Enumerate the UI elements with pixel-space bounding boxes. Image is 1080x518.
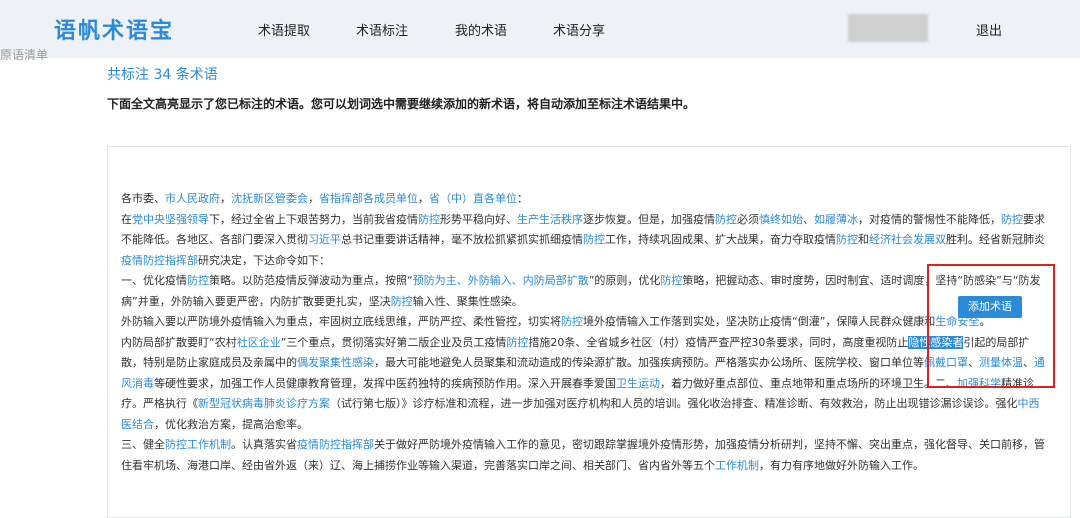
annotated-term[interactable]: 防控 xyxy=(391,295,413,308)
document-text[interactable]: 各市委、市人民政府，沈抚新区管委会，省指挥部各成员单位，省（中）直各单位： 在党中… xyxy=(121,189,1047,476)
text-segment: 外防输入要以严防境外疫情输入为重点，牢固树立底线思维，严防严控、柔性管控，切实将 xyxy=(121,315,561,328)
text-segment: 内防局部扩散要盯“农村 xyxy=(121,335,237,349)
text-segment: 逐步恢复。但是，加强疫情 xyxy=(583,212,715,226)
annotated-term[interactable]: 防控 xyxy=(1001,213,1023,226)
annotated-term[interactable]: 防控 xyxy=(836,233,858,246)
annotated-term[interactable]: 生产生活秩序 xyxy=(517,213,583,226)
annotated-term[interactable]: 佩戴口罩 xyxy=(924,356,968,369)
sidebar-fragment[interactable]: 原语清单 xyxy=(0,46,72,60)
text-segment: 。认真落实省 xyxy=(231,438,297,451)
annotated-term[interactable]: 防控 xyxy=(715,213,737,226)
nav-term-share[interactable]: 术语分享 xyxy=(553,20,605,39)
annotated-term[interactable]: 防控工作机制 xyxy=(165,438,231,451)
annotated-term[interactable]: 新型冠状病毒肺炎诊疗方案 xyxy=(198,397,330,410)
document-paragraph: 外防输入要以严防境外疫情输入为重点，牢固树立底线思维，严防严控、柔性管控，切实将… xyxy=(121,312,1047,333)
text-segment: 、 xyxy=(803,212,814,226)
document-paragraph: 三、健全防控工作机制。认真落实省疫情防控指挥部关于做好严防境外疫情输入工作的意见… xyxy=(121,435,1047,476)
document-paragraph: 在党中央坚强领导下，经过全省上下艰苦努力，当前我省疫情防控形势平稳向好、生产生活… xyxy=(121,210,1047,272)
text-segment: 胜利。经省新冠肺炎 xyxy=(946,233,1045,246)
text-segment: 在 xyxy=(121,212,132,226)
annotated-term[interactable]: 防控 xyxy=(506,336,528,349)
text-segment: ，最大可能地避免人员聚集和流动造成的传染源扩散。加强疾病预防。严格落实办公场所、… xyxy=(374,356,924,369)
annotated-term[interactable]: 习近平 xyxy=(308,233,341,246)
annotated-term[interactable]: 防控 xyxy=(583,233,605,246)
text-segment: 、 xyxy=(968,356,979,369)
add-term-button[interactable]: 添加术语 xyxy=(958,296,1022,318)
text-segment: ， xyxy=(308,192,319,205)
text-segment: 境外疫情输入工作落到实处，坚决防止疫情“倒灌”，保障人民群众健康和 xyxy=(583,315,936,328)
text-segment: 各市委、 xyxy=(121,192,165,205)
annotation-count: 共标注 34 条术语 xyxy=(107,67,218,83)
annotated-term[interactable]: 疫情防控指挥部 xyxy=(121,254,198,267)
annotated-term[interactable]: 预防为主、外防输入、内防局部扩散 xyxy=(413,274,589,287)
text-segment: ”三个重点，贯彻落实好第二版企业及员工疫情 xyxy=(280,335,507,349)
nav-my-terms[interactable]: 我的术语 xyxy=(455,20,507,39)
annotated-term[interactable]: 慎终如始 xyxy=(759,213,803,226)
nav-term-extraction[interactable]: 术语提取 xyxy=(258,20,310,39)
text-segment: ”的原则，优化 xyxy=(588,274,661,287)
text-segment: 形势平稳向好、 xyxy=(440,212,517,226)
text-segment: 下，经过全省上下艰苦努力，当前我省疫情 xyxy=(209,212,418,226)
instruction-text: 下面全文高亮显示了您已标注的术语。您可以划词选中需要继续添加的新术语，将自动添加… xyxy=(107,97,696,111)
annotated-term[interactable]: 社区企业 xyxy=(237,336,281,349)
text-segment: ，对疫情的警惕性不能降低， xyxy=(858,212,1001,226)
annotated-term[interactable]: 加强科学 xyxy=(957,377,1001,390)
text-segment: 研究决定，下达命令如下： xyxy=(198,253,330,267)
text-segment: ， xyxy=(418,192,429,205)
annotated-term[interactable]: 防控 xyxy=(660,274,682,287)
text-segment: 总书记重要讲话精神，毫不放松抓紧抓实抓细疫情 xyxy=(341,233,583,246)
annotated-term[interactable]: 党中央坚强领导 xyxy=(132,213,209,226)
text-segment: 策略。以防范疫情反弹波动为重点，按照“ xyxy=(209,274,413,287)
text-segment: 措施20条、全省城乡社区（村）疫情严查严控30条要求，同时，高度重视防止 xyxy=(528,335,909,349)
annotated-term[interactable]: 测量体温 xyxy=(979,356,1023,369)
annotated-term[interactable]: 防控 xyxy=(561,315,583,328)
annotated-term[interactable]: 防控 xyxy=(187,274,209,287)
annotated-term[interactable]: 偶发聚集性感染 xyxy=(297,356,374,369)
text-segment: 工作，持续巩固成果、扩大战果，奋力夺取疫情 xyxy=(605,233,836,246)
text-segment: 、 xyxy=(1023,356,1034,369)
text-segment: ，着力做好重点部位、重点地带和重点场所的环境卫生。二、 xyxy=(660,376,957,390)
top-header: 语帆术语宝 术语提取 术语标注 我的术语 术语分享 退出 xyxy=(0,0,1080,58)
annotated-term[interactable]: 工作机制 xyxy=(715,459,759,472)
annotated-term[interactable]: 省指挥部各成员单位 xyxy=(319,192,418,205)
text-segment: ，优化救治方案，提高治愈率。 xyxy=(154,417,308,431)
annotated-term[interactable]: 省（中）直各单位 xyxy=(429,192,517,205)
text-segment: ，有力有序地做好外防输入工作。 xyxy=(759,458,924,472)
text-segment: 必须 xyxy=(737,212,759,226)
annotated-term[interactable]: 沈抚新区管委会 xyxy=(231,192,308,205)
nav-term-annotation[interactable]: 术语标注 xyxy=(356,20,408,39)
user-avatar-blurred[interactable] xyxy=(848,14,928,42)
logout-button[interactable]: 退出 xyxy=(976,20,1002,39)
text-segment: ， xyxy=(220,192,231,205)
text-segment: 和 xyxy=(858,233,869,246)
text-segment: （试行第七版）》诊疗标准和流程，进一步加强对医疗机构和人员的培训。强化收治排查、… xyxy=(330,397,1018,410)
document-paragraph: 内防局部扩散要盯“农村社区企业”三个重点，贯彻落实好第二版企业及员工疫情防控措施… xyxy=(121,333,1047,436)
document-paragraph: 各市委、市人民政府，沈抚新区管委会，省指挥部各成员单位，省（中）直各单位： xyxy=(121,189,1047,210)
annotated-term[interactable]: 经济社会发展双 xyxy=(869,233,946,246)
annotated-term[interactable]: 市人民政府 xyxy=(165,192,220,205)
text-segment: 一、优化疫情 xyxy=(121,274,187,287)
annotated-term[interactable]: 防控 xyxy=(418,213,440,226)
selected-term[interactable]: 隐性感染者 xyxy=(908,335,964,349)
text-segment: 输入性、聚集性感染。 xyxy=(412,294,523,308)
annotated-term[interactable]: 如履薄冰 xyxy=(814,213,858,226)
text-segment: ： xyxy=(517,192,528,205)
annotated-term[interactable]: 疫情防控指挥部 xyxy=(297,438,374,451)
app-logo[interactable]: 语帆术语宝 xyxy=(54,13,174,45)
annotated-term[interactable]: 卫生运动 xyxy=(616,377,660,390)
text-segment: 三、健全 xyxy=(121,438,165,451)
text-segment: 等硬性要求，加强工作人员健康教育管理，发挥中医药独特的疾病预防作用。深入开展春季… xyxy=(154,376,616,390)
document-paragraph: 一、优化疫情防控策略。以防范疫情反弹波动为重点，按照“预防为主、外防输入、内防局… xyxy=(121,271,1047,312)
